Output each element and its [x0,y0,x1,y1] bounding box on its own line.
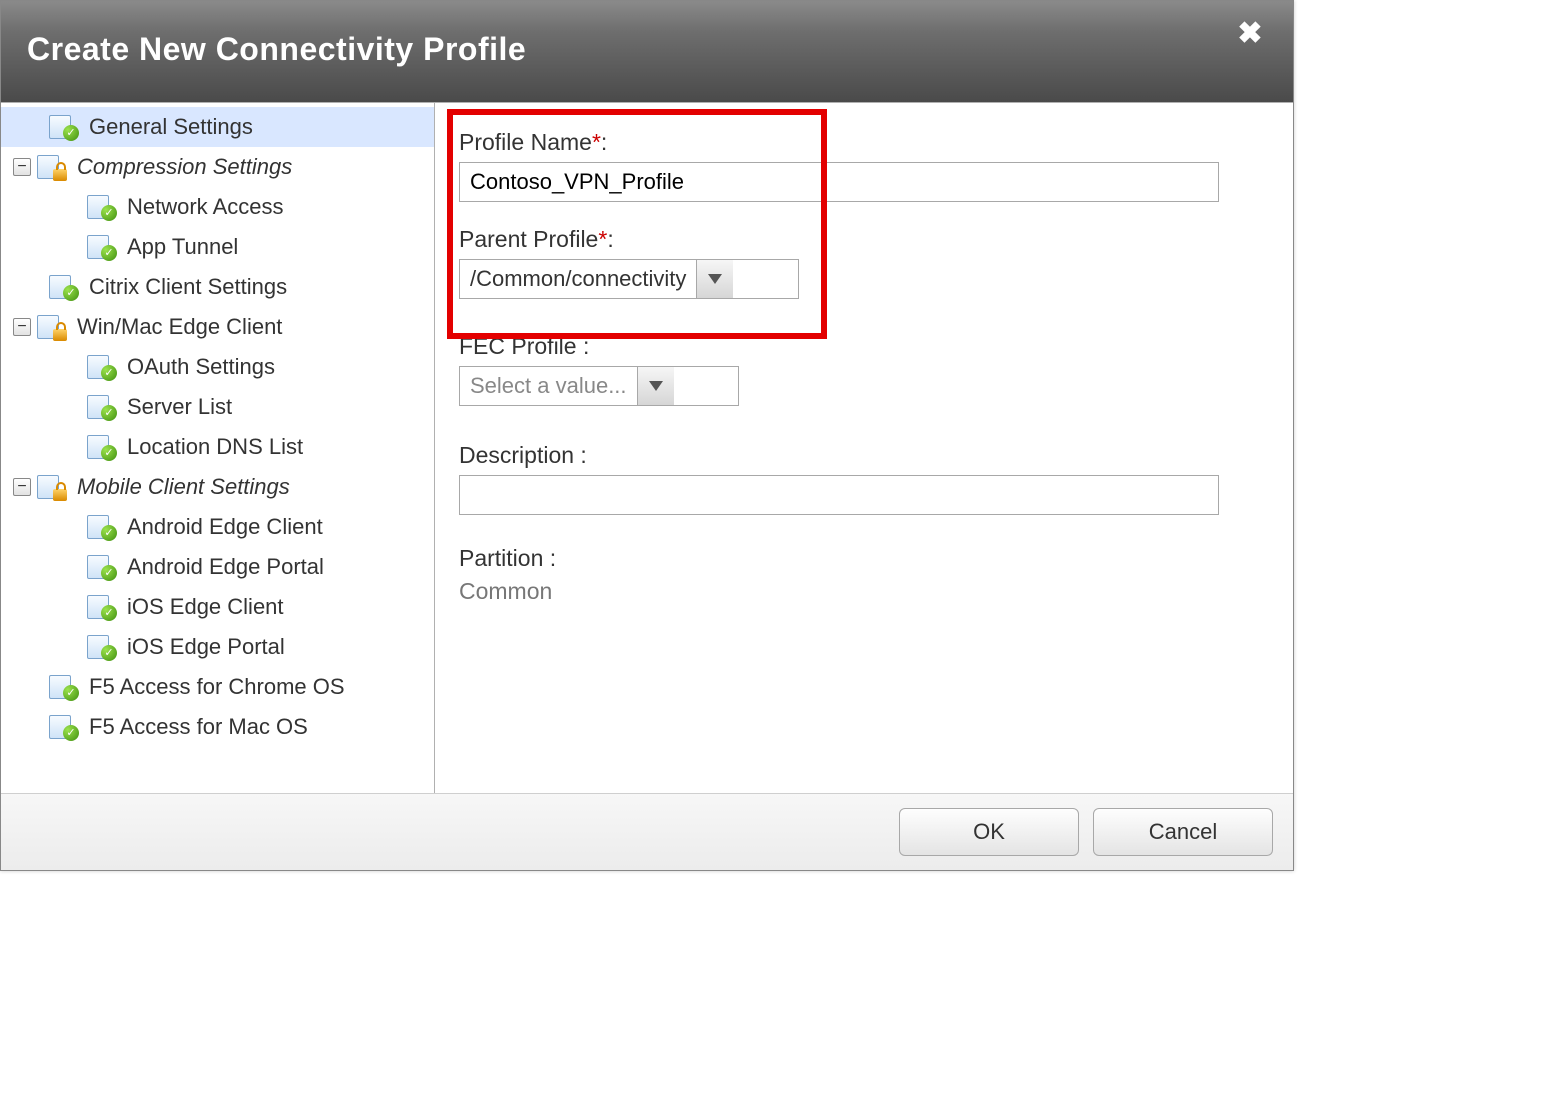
tree-item[interactable]: − Compression Settings [1,147,434,187]
tree-item[interactable]: ✓ Network Access [1,187,434,227]
tree-item[interactable]: ✓ Android Edge Portal [1,547,434,587]
tree-item[interactable]: ✓ F5 Access for Chrome OS [1,667,434,707]
tree-item-label: Network Access [127,194,284,220]
description-label: Description : [459,442,1269,469]
parent-profile-label: Parent Profile*: [459,226,1269,253]
settings-ok-icon: ✓ [49,115,77,139]
settings-ok-icon: ✓ [87,635,115,659]
tree-item[interactable]: ✓ Android Edge Client [1,507,434,547]
tree-item-label: Server List [127,394,232,420]
general-settings-form: Profile Name*: Parent Profile*: /Common/… [435,103,1293,793]
tree-item-label: F5 Access for Chrome OS [89,674,345,700]
settings-ok-icon: ✓ [87,195,115,219]
collapse-icon[interactable]: − [13,158,31,176]
tree-item-label: Android Edge Client [127,514,323,540]
tree-item-label: Mobile Client Settings [77,474,290,500]
tree-item[interactable]: ✓ Server List [1,387,434,427]
dialog-body: ✓General Settings−Compression Settings✓N… [1,102,1293,793]
tree-item[interactable]: ✓ Citrix Client Settings [1,267,434,307]
fec-profile-select[interactable]: Select a value... [459,366,739,406]
tree-item[interactable]: − Win/Mac Edge Client [1,307,434,347]
ok-button[interactable]: OK [899,808,1079,856]
tree-item[interactable]: ✓ General Settings [1,107,434,147]
dialog-footer: OK Cancel [1,793,1293,870]
tree-item[interactable]: ✓ Location DNS List [1,427,434,467]
settings-ok-icon: ✓ [87,595,115,619]
settings-tree: ✓General Settings−Compression Settings✓N… [1,103,435,793]
parent-profile-select[interactable]: /Common/connectivity [459,259,799,299]
partition-label: Partition : [459,545,1269,572]
tree-item-label: Win/Mac Edge Client [77,314,282,340]
dropdown-icon[interactable] [696,260,733,298]
tree-item-label: General Settings [89,114,253,140]
tree-item[interactable]: ✓ OAuth Settings [1,347,434,387]
tree-item[interactable]: − Mobile Client Settings [1,467,434,507]
tree-item-label: Location DNS List [127,434,303,460]
settings-ok-icon: ✓ [49,675,77,699]
tree-item-label: Citrix Client Settings [89,274,287,300]
settings-ok-icon: ✓ [87,235,115,259]
create-connectivity-profile-dialog: Create New Connectivity Profile ✖ ✓ Gener… [0,0,1294,871]
dialog-title: Create New Connectivity Profile [27,31,526,68]
settings-ok-icon: ✓ [49,715,77,739]
settings-locked-icon [37,475,65,499]
collapse-icon[interactable]: − [13,318,31,336]
cancel-button[interactable]: Cancel [1093,808,1273,856]
settings-ok-icon: ✓ [87,555,115,579]
tree-item-label: App Tunnel [127,234,238,260]
partition-value: Common [459,578,1269,605]
settings-ok-icon: ✓ [87,355,115,379]
description-input[interactable] [459,475,1219,515]
tree-item-label: Compression Settings [77,154,292,180]
dialog-header: Create New Connectivity Profile ✖ [1,1,1293,102]
tree-item[interactable]: ✓ iOS Edge Client [1,587,434,627]
fec-profile-label: FEC Profile : [459,333,1269,360]
tree-item-label: iOS Edge Portal [127,634,285,660]
tree-item-label: Android Edge Portal [127,554,324,580]
profile-name-input[interactable] [459,162,1219,202]
close-icon[interactable]: ✖ [1233,19,1267,49]
profile-name-label: Profile Name*: [459,129,1269,156]
settings-ok-icon: ✓ [49,275,77,299]
tree-item[interactable]: ✓ iOS Edge Portal [1,627,434,667]
dropdown-icon[interactable] [637,367,674,405]
tree-item-label: OAuth Settings [127,354,275,380]
settings-ok-icon: ✓ [87,395,115,419]
tree-item[interactable]: ✓ F5 Access for Mac OS [1,707,434,747]
tree-item[interactable]: ✓ App Tunnel [1,227,434,267]
settings-locked-icon [37,155,65,179]
settings-locked-icon [37,315,65,339]
settings-ok-icon: ✓ [87,515,115,539]
tree-item-label: iOS Edge Client [127,594,284,620]
settings-ok-icon: ✓ [87,435,115,459]
tree-item-label: F5 Access for Mac OS [89,714,308,740]
collapse-icon[interactable]: − [13,478,31,496]
